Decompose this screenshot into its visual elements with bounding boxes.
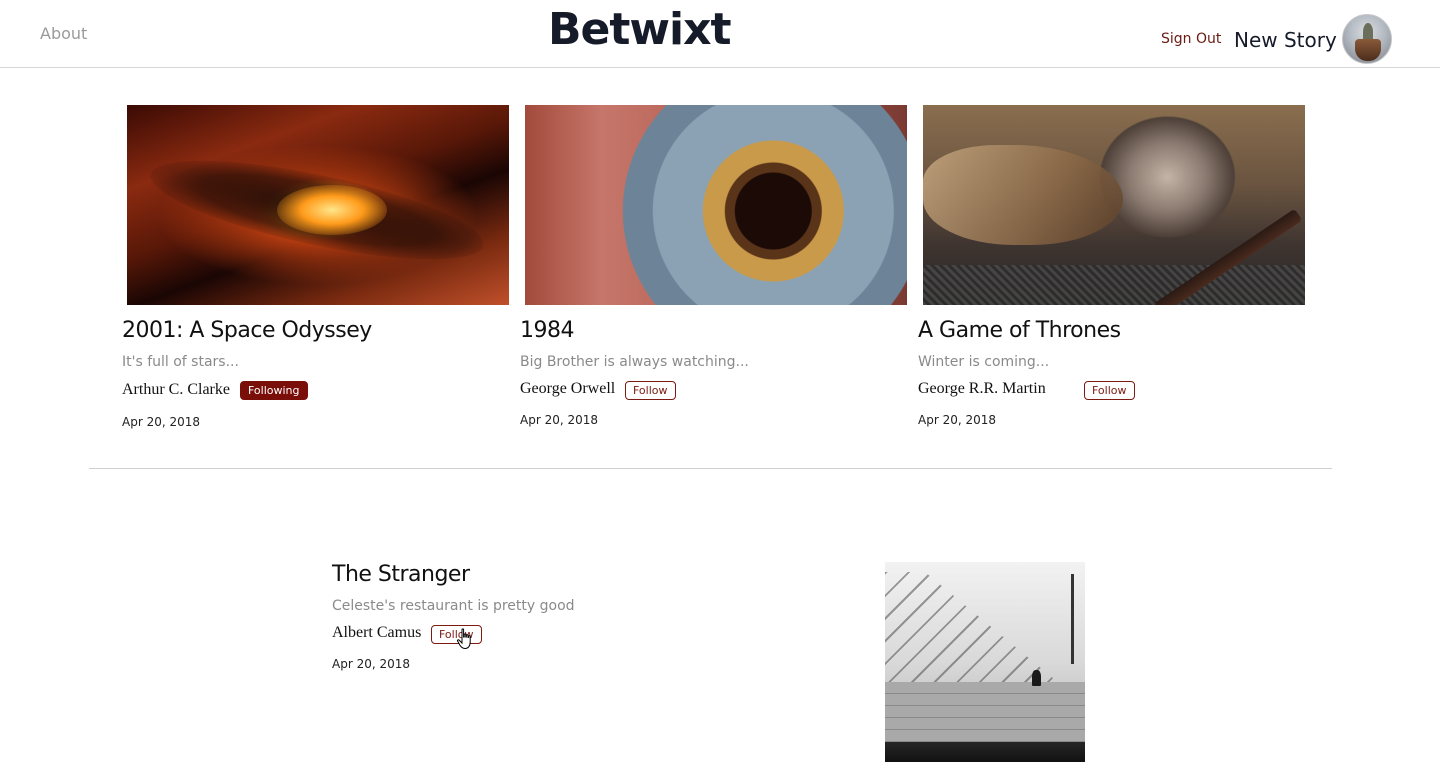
story-date: Apr 20, 2018 bbox=[520, 413, 599, 427]
story-date: Apr 20, 2018 bbox=[122, 415, 201, 429]
nebula-glow bbox=[277, 185, 387, 235]
follow-button[interactable]: Follow bbox=[431, 625, 482, 644]
story-image-1984[interactable] bbox=[525, 105, 907, 305]
story-image-game-of-thrones[interactable] bbox=[923, 105, 1305, 305]
featured-story-title[interactable]: The Stranger bbox=[332, 562, 470, 587]
stone-wall bbox=[885, 682, 1085, 742]
story-image-space-odyssey[interactable] bbox=[127, 105, 509, 305]
follow-button[interactable]: Follow bbox=[625, 381, 676, 400]
seated-figure bbox=[1032, 670, 1041, 686]
follow-button[interactable]: Follow bbox=[1084, 381, 1135, 400]
story-author[interactable]: George R.R. Martin bbox=[918, 380, 1046, 398]
story-title[interactable]: 2001: A Space Odyssey bbox=[122, 318, 372, 343]
site-logo[interactable]: Betwixt bbox=[548, 4, 732, 55]
featured-story-date: Apr 20, 2018 bbox=[332, 657, 411, 671]
featured-story-subtitle: Celeste's restaurant is pretty good bbox=[332, 598, 575, 614]
story-title[interactable]: A Game of Thrones bbox=[918, 318, 1121, 343]
story-subtitle: Big Brother is always watching... bbox=[520, 354, 749, 370]
chainmail bbox=[923, 265, 1305, 305]
avatar-pot-icon bbox=[1355, 39, 1381, 61]
sign-out-link[interactable]: Sign Out bbox=[1161, 31, 1221, 47]
following-button[interactable]: Following bbox=[240, 381, 308, 400]
story-date: Apr 20, 2018 bbox=[918, 413, 997, 427]
story-author[interactable]: George Orwell bbox=[520, 380, 615, 398]
story-title[interactable]: 1984 bbox=[520, 318, 575, 343]
lamp-pole bbox=[1071, 574, 1074, 664]
story-subtitle: It's full of stars... bbox=[122, 354, 239, 370]
section-divider bbox=[89, 468, 1332, 469]
about-link[interactable]: About bbox=[40, 24, 87, 43]
user-avatar[interactable] bbox=[1342, 14, 1392, 64]
story-subtitle: Winter is coming... bbox=[918, 354, 1050, 370]
fur-pelt bbox=[923, 145, 1123, 245]
new-story-link[interactable]: New Story bbox=[1234, 28, 1337, 52]
top-nav-bar: About Betwixt Sign Out New Story bbox=[0, 0, 1440, 68]
featured-story-image[interactable] bbox=[885, 562, 1085, 762]
featured-story-author[interactable]: Albert Camus bbox=[332, 624, 421, 642]
story-author[interactable]: Arthur C. Clarke bbox=[122, 381, 230, 399]
